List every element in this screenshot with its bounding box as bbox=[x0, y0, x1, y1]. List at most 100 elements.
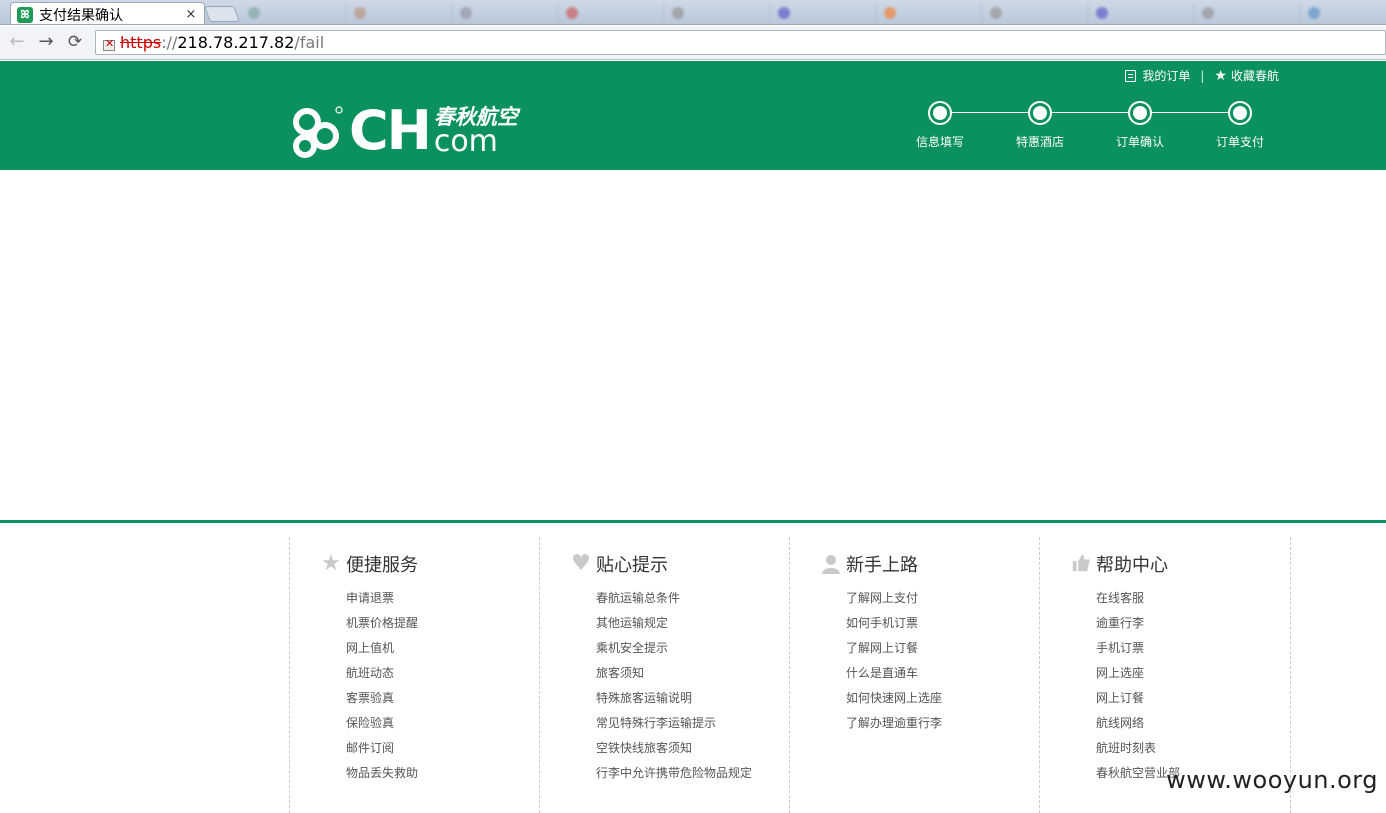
orders-list-icon bbox=[1125, 69, 1137, 82]
footer-link[interactable]: 航班动态 bbox=[346, 661, 539, 686]
step-label: 特惠酒店 bbox=[1015, 135, 1064, 149]
logo-side: 春秋航空 com bbox=[434, 106, 518, 157]
footer-link[interactable]: 行李中允许携带危险物品规定 bbox=[596, 761, 789, 786]
footer-link[interactable]: 申请退票 bbox=[346, 586, 539, 611]
footer-link[interactable]: 网上值机 bbox=[346, 636, 539, 661]
address-bar[interactable]: https :// 218.78.217.82 /fail bbox=[95, 30, 1386, 55]
site-footer: ★ 便捷服务 申请退票 机票价格提醒 网上值机 航班动态 客票验真 保险验真 邮… bbox=[289, 537, 1291, 813]
footer-link[interactable]: 其他运输规定 bbox=[596, 611, 789, 636]
background-tab[interactable] bbox=[346, 3, 452, 23]
footer-divider bbox=[0, 520, 1386, 523]
background-tab[interactable] bbox=[982, 3, 1088, 23]
heart-icon: ♥ bbox=[571, 551, 591, 576]
star-icon: ★ bbox=[1214, 67, 1227, 84]
spring-airlines-favicon-icon: ꕤ bbox=[17, 6, 33, 23]
back-arrow-icon[interactable]: ← bbox=[6, 31, 28, 53]
star-icon: ★ bbox=[321, 551, 341, 576]
step-dot-icon bbox=[1128, 101, 1152, 125]
footer-link[interactable]: 机票价格提醒 bbox=[346, 611, 539, 636]
footer-column-services: ★ 便捷服务 申请退票 机票价格提醒 网上值机 航班动态 客票验真 保险验真 邮… bbox=[289, 537, 539, 813]
link-divider: | bbox=[1200, 68, 1205, 83]
watermark: www.wooyun.org bbox=[1166, 766, 1378, 794]
step-label: 信息填写 bbox=[915, 135, 964, 149]
thumbs-up-icon bbox=[1070, 553, 1092, 575]
background-tab[interactable] bbox=[558, 3, 664, 23]
insecure-lock-icon[interactable] bbox=[102, 36, 116, 51]
footer-link[interactable]: 常见特殊行李运输提示 bbox=[596, 711, 789, 736]
column-title: 新手上路 bbox=[846, 555, 918, 576]
background-tab[interactable] bbox=[664, 3, 770, 23]
column-header: 新手上路 bbox=[820, 553, 1039, 576]
footer-link[interactable]: 物品丢失救助 bbox=[346, 761, 539, 786]
my-orders-label: 我的订单 bbox=[1142, 69, 1191, 83]
person-icon bbox=[820, 553, 842, 575]
browser-tab-active[interactable]: ꕤ 支付结果确认 × bbox=[10, 2, 205, 24]
spring-airlines-logo[interactable]: CH 春秋航空 com bbox=[289, 101, 518, 161]
new-tab-button[interactable] bbox=[204, 6, 240, 22]
background-tabs bbox=[240, 3, 1386, 23]
steps-connector bbox=[940, 112, 1240, 113]
footer-link[interactable]: 了解办理逾重行李 bbox=[846, 711, 1039, 736]
booking-steps: 信息填写 特惠酒店 订单确认 订单支付 bbox=[900, 101, 1280, 161]
browser-toolbar: ← → ⟳ https :// 218.78.217.82 /fail bbox=[0, 26, 1386, 60]
column-header: ♥ 贴心提示 bbox=[570, 551, 789, 577]
favorite-link[interactable]: ★ 收藏春航 bbox=[1214, 67, 1279, 84]
footer-link[interactable]: 客票验真 bbox=[346, 686, 539, 711]
url-separator: :// bbox=[161, 33, 178, 52]
footer-link[interactable]: 旅客须知 bbox=[596, 661, 789, 686]
footer-link[interactable]: 网上订餐 bbox=[1096, 686, 1290, 711]
step-label: 订单确认 bbox=[1115, 135, 1164, 149]
tab-close-icon[interactable]: × bbox=[184, 7, 198, 22]
footer-link[interactable]: 手机订票 bbox=[1096, 636, 1290, 661]
column-title: 贴心提示 bbox=[596, 555, 668, 576]
link-list: 春航运输总条件 其他运输规定 乘机安全提示 旅客须知 特殊旅客运输说明 常见特殊… bbox=[570, 586, 789, 786]
footer-link[interactable]: 如何快速网上选座 bbox=[846, 686, 1039, 711]
step-info: 信息填写 bbox=[900, 101, 980, 150]
url-host: 218.78.217.82 bbox=[177, 33, 295, 52]
footer-link[interactable]: 网上选座 bbox=[1096, 661, 1290, 686]
forward-arrow-icon[interactable]: → bbox=[35, 31, 57, 53]
footer-link[interactable]: 什么是直通车 bbox=[846, 661, 1039, 686]
step-label: 订单支付 bbox=[1215, 135, 1264, 149]
footer-link[interactable]: 了解网上支付 bbox=[846, 586, 1039, 611]
footer-link[interactable]: 如何手机订票 bbox=[846, 611, 1039, 636]
footer-link[interactable]: 航班时刻表 bbox=[1096, 736, 1290, 761]
site-header: 我的订单 | ★ 收藏春航 CH 春秋航空 com 信息填写 特惠酒店 订单确认… bbox=[0, 61, 1386, 170]
footer-link[interactable]: 保险验真 bbox=[346, 711, 539, 736]
background-tab[interactable] bbox=[876, 3, 982, 23]
column-title: 便捷服务 bbox=[346, 555, 418, 576]
background-tab[interactable] bbox=[1194, 3, 1300, 23]
browser-tabstrip: ꕤ 支付结果确认 × bbox=[0, 0, 1386, 25]
logo-com: com bbox=[433, 123, 498, 159]
background-tab[interactable] bbox=[452, 3, 558, 23]
footer-link[interactable]: 在线客服 bbox=[1096, 586, 1290, 611]
link-list: 申请退票 机票价格提醒 网上值机 航班动态 客票验真 保险验真 邮件订阅 物品丢… bbox=[320, 586, 539, 786]
my-orders-link[interactable]: 我的订单 bbox=[1125, 67, 1190, 84]
background-tab[interactable] bbox=[770, 3, 876, 23]
footer-link[interactable]: 乘机安全提示 bbox=[596, 636, 789, 661]
background-tab[interactable] bbox=[1088, 3, 1194, 23]
footer-link[interactable]: 邮件订阅 bbox=[346, 736, 539, 761]
footer-link[interactable]: 航线网络 bbox=[1096, 711, 1290, 736]
step-hotel: 特惠酒店 bbox=[1000, 101, 1080, 150]
footer-link[interactable]: 空铁快线旅客须知 bbox=[596, 736, 789, 761]
footer-column-beginners: 新手上路 了解网上支付 如何手机订票 了解网上订餐 什么是直通车 如何快速网上选… bbox=[789, 537, 1039, 813]
footer-link[interactable]: 特殊旅客运输说明 bbox=[596, 686, 789, 711]
step-dot-icon bbox=[928, 101, 952, 125]
column-header: 帮助中心 bbox=[1070, 553, 1290, 576]
reload-icon[interactable]: ⟳ bbox=[64, 31, 86, 53]
logo-letters: CH bbox=[349, 99, 432, 162]
footer-link[interactable]: 春航运输总条件 bbox=[596, 586, 789, 611]
step-dot-icon bbox=[1028, 101, 1052, 125]
footer-link[interactable]: 了解网上订餐 bbox=[846, 636, 1039, 661]
link-list: 在线客服 逾重行李 手机订票 网上选座 网上订餐 航线网络 航班时刻表 春秋航空… bbox=[1070, 586, 1290, 786]
background-tab[interactable] bbox=[240, 3, 346, 23]
tab-title: 支付结果确认 bbox=[39, 7, 123, 24]
footer-link[interactable]: 逾重行李 bbox=[1096, 611, 1290, 636]
logo-mark-icon bbox=[289, 102, 347, 160]
step-confirm: 订单确认 bbox=[1100, 101, 1180, 150]
step-payment: 订单支付 bbox=[1200, 101, 1280, 150]
url-scheme: https bbox=[120, 33, 162, 52]
column-header: ★ 便捷服务 bbox=[320, 551, 539, 577]
background-tab[interactable] bbox=[1300, 3, 1386, 23]
